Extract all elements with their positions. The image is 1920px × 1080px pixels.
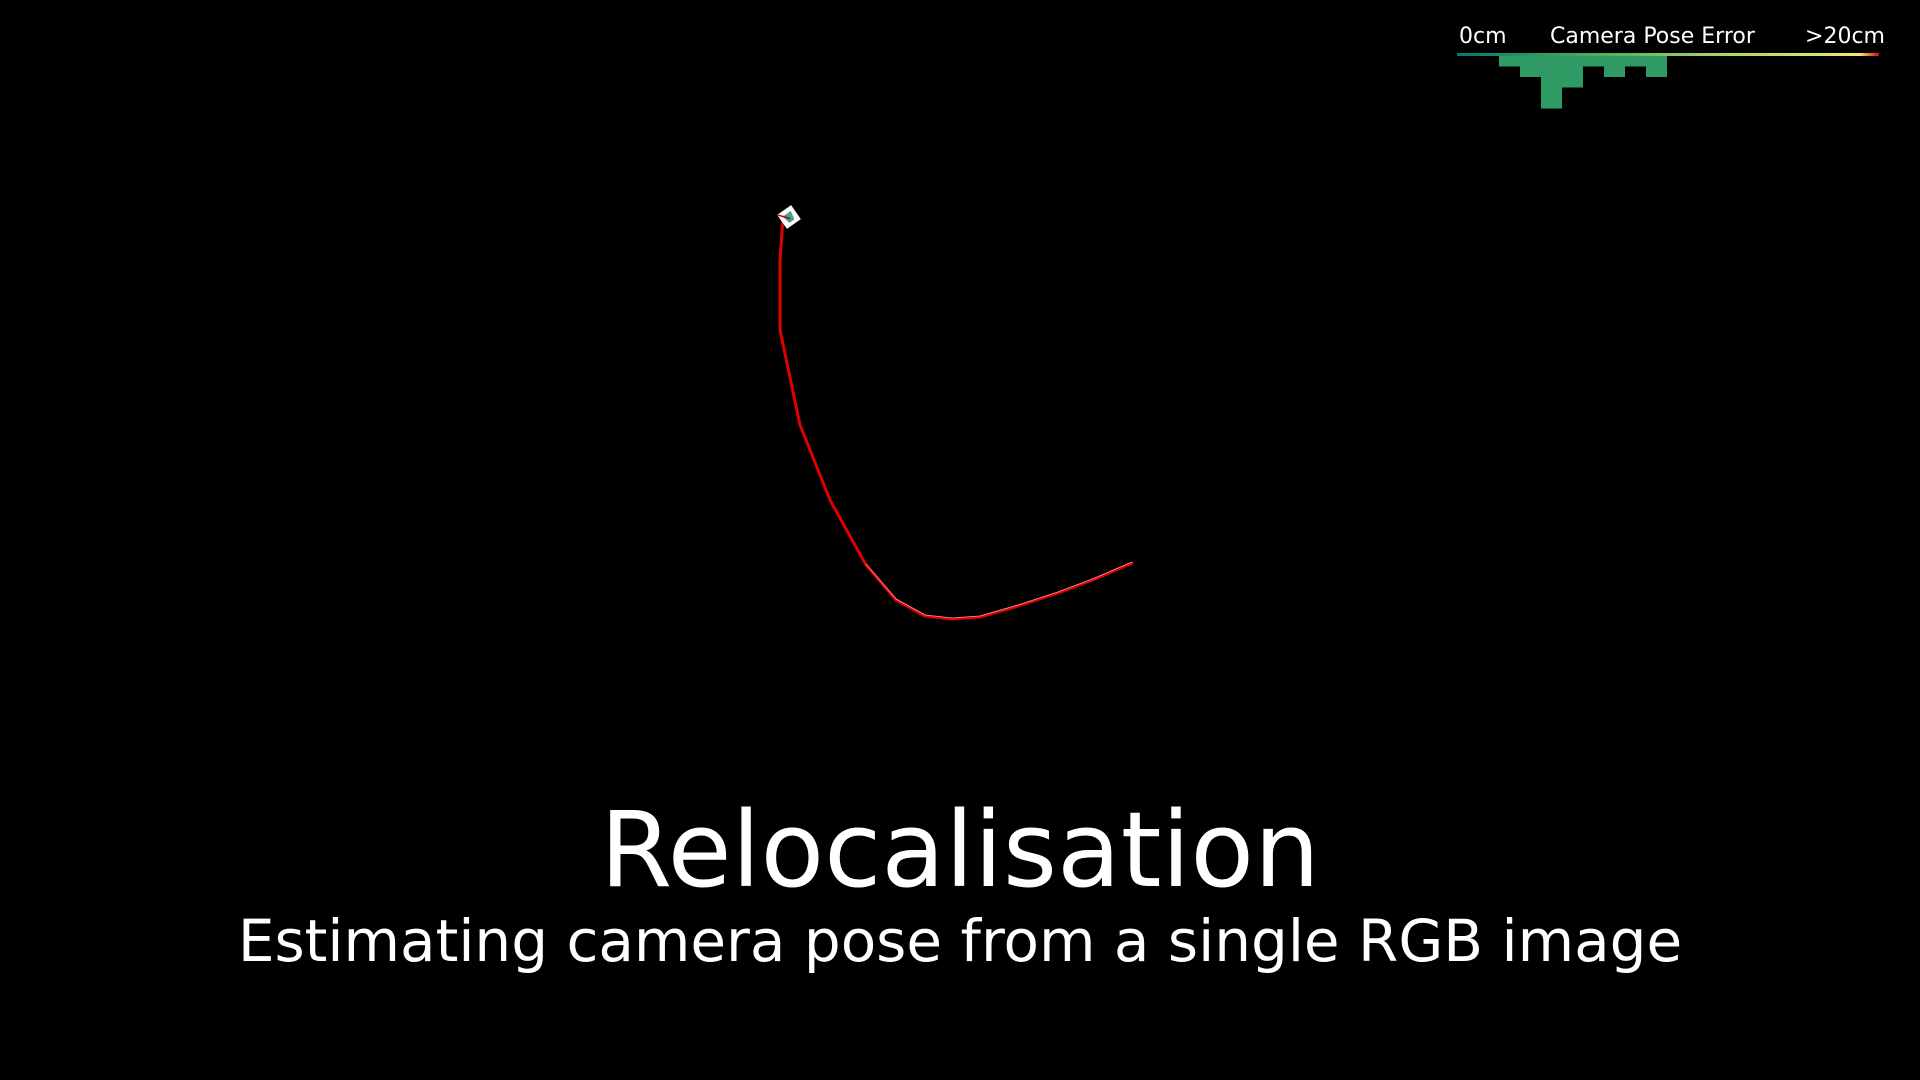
camera-trajectory bbox=[778, 216, 1134, 621]
page-subtitle: Estimating camera pose from a single RGB… bbox=[237, 907, 1683, 975]
histogram-bar bbox=[1541, 56, 1562, 109]
histogram-bar bbox=[1625, 56, 1646, 67]
page-title: Relocalisation bbox=[600, 789, 1320, 911]
legend-title: Camera Pose Error bbox=[1550, 24, 1755, 49]
colorbar bbox=[1457, 53, 1879, 56]
trajectory-highlight bbox=[865, 561, 1133, 619]
histogram-bars bbox=[1499, 56, 1667, 109]
histogram-bar bbox=[1499, 56, 1520, 67]
caption: Relocalisation Estimating camera pose fr… bbox=[0, 790, 1920, 976]
legend-max-label: >20cm bbox=[1805, 24, 1885, 49]
histogram-bar bbox=[1520, 56, 1541, 77]
histogram-bar bbox=[1604, 56, 1625, 77]
histogram-bar bbox=[1583, 56, 1604, 67]
histogram-bar bbox=[1562, 56, 1583, 88]
pose-error-legend: 0cm Camera Pose Error >20cm bbox=[1455, 22, 1885, 122]
legend-min-label: 0cm bbox=[1459, 24, 1507, 49]
relocalisation-view: 0cm Camera Pose Error >20cm Relocalisati… bbox=[0, 0, 1920, 1080]
histogram-bar bbox=[1646, 56, 1667, 77]
